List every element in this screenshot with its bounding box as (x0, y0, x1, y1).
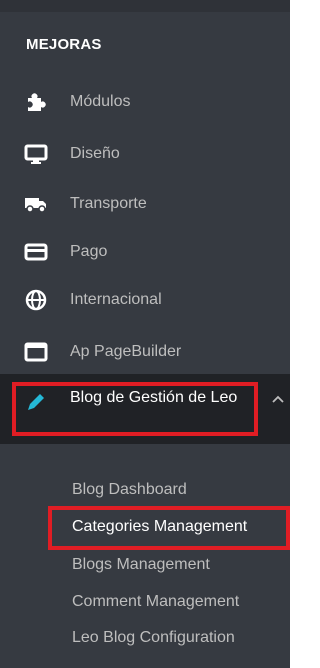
nav-item-label: Diseño (70, 145, 120, 162)
nav-item-internacional[interactable]: Internacional (0, 278, 290, 322)
truck-icon (24, 192, 48, 216)
submenu-item-comment-management[interactable]: Comment Management (72, 593, 239, 611)
highlight-outline (48, 506, 290, 550)
sidebar: MEJORAS Módulos Diseño Transporte Pago I… (0, 0, 290, 668)
nav-item-ap-pagebuilder[interactable]: Ap PageBuilder (0, 330, 290, 374)
credit-card-icon (24, 240, 48, 264)
nav-item-pago[interactable]: Pago (0, 230, 290, 274)
submenu-item-blog-dashboard[interactable]: Blog Dashboard (72, 481, 187, 499)
nav-item-label: Ap PageBuilder (70, 343, 182, 360)
active-nav-item-label: Blog de Gestión de Leo (70, 389, 238, 406)
nav-item-transporte[interactable]: Transporte (0, 182, 290, 226)
globe-icon (24, 288, 48, 312)
nav-item-label: Transporte (70, 195, 147, 212)
nav-item-label: Internacional (70, 291, 162, 308)
window-icon (24, 340, 48, 364)
nav-item-diseno[interactable]: Diseño (0, 132, 290, 176)
monitor-icon (24, 142, 48, 166)
pencil-icon (24, 390, 48, 414)
puzzle-icon (24, 90, 48, 114)
submenu-item-leo-blog-configuration[interactable]: Leo Blog Configuration (72, 629, 235, 647)
nav-item-label: Pago (70, 243, 108, 260)
nav-item-label: Módulos (70, 93, 131, 110)
section-title: MEJORAS (26, 36, 102, 53)
nav-item-modulos[interactable]: Módulos (0, 80, 290, 124)
submenu-item-blogs-management[interactable]: Blogs Management (72, 556, 210, 574)
chevron-up-icon[interactable] (270, 392, 286, 408)
top-border (0, 0, 290, 12)
